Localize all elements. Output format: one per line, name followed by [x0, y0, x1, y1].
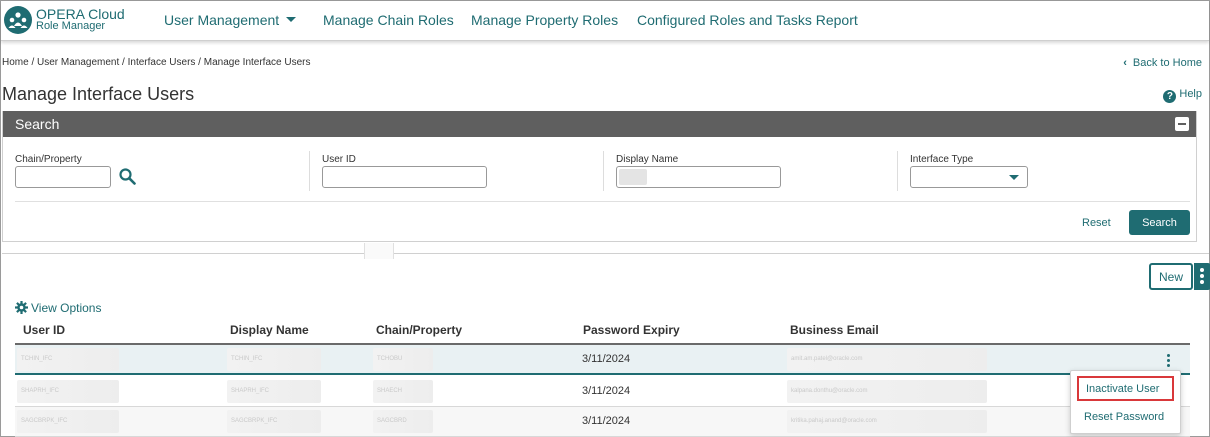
- more-actions-icon[interactable]: [1194, 263, 1210, 290]
- collapse-icon[interactable]: [1175, 117, 1189, 131]
- search-panel-title: Search: [15, 116, 60, 132]
- users-group-icon[interactable]: [4, 6, 32, 34]
- help-label: Help: [1179, 88, 1202, 100]
- display-name-cell: SAGCBRPK_IFC: [227, 410, 321, 433]
- search-icon[interactable]: [119, 168, 136, 188]
- nav-configured-roles-report[interactable]: Configured Roles and Tasks Report: [637, 12, 858, 28]
- user-id-cell: SAGCBRPK_IFC: [17, 410, 119, 433]
- panel-tab: [364, 243, 394, 259]
- back-to-home-link[interactable]: ‹ Back to Home: [1123, 57, 1202, 69]
- interface-type-select[interactable]: [910, 166, 1028, 188]
- row-actions-icon[interactable]: [1166, 353, 1172, 369]
- field-divider: [603, 151, 604, 191]
- password-expiry-cell: 3/11/2024: [582, 415, 631, 427]
- chain-property-cell: SHAECH: [373, 380, 433, 403]
- chain-property-cell: SAGCBRD: [373, 410, 433, 433]
- chevron-down-icon: [1009, 175, 1019, 180]
- table-row[interactable]: SHAPRH_IFC SHAPRH_IFC SHAECH 3/11/2024 k…: [15, 377, 1190, 407]
- chain-property-cell: TCHOBU: [373, 348, 433, 371]
- chevron-left-icon: ‹: [1123, 57, 1127, 69]
- gear-icon: [15, 301, 28, 314]
- new-button[interactable]: New: [1149, 263, 1193, 290]
- table-row[interactable]: SAGCBRPK_IFC SAGCBRPK_IFC SAGCBRD 3/11/2…: [15, 407, 1190, 437]
- back-to-home-label: Back to Home: [1132, 57, 1202, 69]
- view-options-link[interactable]: View Options: [15, 301, 101, 315]
- reset-button[interactable]: Reset: [1082, 217, 1111, 229]
- table-row[interactable]: TCHIN_IFC TCHIN_IFC TCHOBU 3/11/2024 ami…: [15, 345, 1190, 375]
- brand-subtitle: Role Manager: [36, 20, 106, 32]
- nav-manage-chain-roles[interactable]: Manage Chain Roles: [323, 12, 454, 28]
- divider: [15, 201, 1190, 202]
- page-title: Manage Interface Users: [2, 84, 195, 104]
- row-actions-menu: Inactivate User Reset Password: [1070, 370, 1181, 434]
- column-header-user-id[interactable]: User ID: [23, 323, 65, 337]
- business-email-cell: kalpana.donthu@oracle.com: [787, 380, 987, 403]
- display-name-input[interactable]: [616, 166, 781, 188]
- business-email-cell: kritika.pahaj.anand@oracle.com: [787, 410, 987, 433]
- nav-user-management-label: User Management: [164, 12, 280, 28]
- column-header-password-expiry[interactable]: Password Expiry: [583, 323, 680, 337]
- field-divider: [897, 151, 898, 191]
- user-id-cell: SHAPRH_IFC: [17, 380, 119, 403]
- user-id-input[interactable]: [322, 166, 487, 188]
- chain-property-input[interactable]: [15, 166, 111, 188]
- interface-type-label: Interface Type: [910, 154, 974, 165]
- column-header-display-name[interactable]: Display Name: [230, 323, 309, 337]
- input-prefix-chip: [619, 169, 647, 185]
- display-name-cell: TCHIN_IFC: [227, 348, 321, 371]
- nav-manage-property-roles[interactable]: Manage Property Roles: [471, 12, 618, 28]
- user-id-cell: TCHIN_IFC: [17, 348, 119, 371]
- password-expiry-cell: 3/11/2024: [582, 353, 631, 365]
- user-id-label: User ID: [322, 154, 356, 165]
- field-divider: [309, 151, 310, 191]
- display-name-cell: SHAPRH_IFC: [227, 380, 321, 403]
- help-link[interactable]: ? Help: [1163, 88, 1202, 103]
- chain-property-label: Chain/Property: [15, 154, 82, 165]
- help-icon: ?: [1163, 90, 1177, 103]
- breadcrumb[interactable]: Home / User Management / Interface Users…: [2, 57, 310, 68]
- nav-user-management[interactable]: User Management: [164, 12, 297, 28]
- search-panel-header: Search: [3, 111, 1196, 137]
- search-button[interactable]: Search: [1129, 210, 1190, 235]
- column-header-business-email[interactable]: Business Email: [790, 323, 879, 337]
- chevron-down-icon: [286, 17, 297, 22]
- password-expiry-cell: 3/11/2024: [582, 385, 631, 397]
- view-options-label: View Options: [31, 301, 102, 315]
- top-navigation-bar: OPERA Cloud Role Manager User Management…: [1, 1, 1209, 41]
- business-email-cell: amit.am.patel@oracle.com: [787, 348, 987, 371]
- column-header-chain-property[interactable]: Chain/Property: [376, 323, 462, 337]
- inactivate-user-menu-item[interactable]: Inactivate User: [1077, 376, 1174, 401]
- display-name-label: Display Name: [616, 154, 679, 165]
- reset-password-menu-item[interactable]: Reset Password: [1077, 406, 1174, 431]
